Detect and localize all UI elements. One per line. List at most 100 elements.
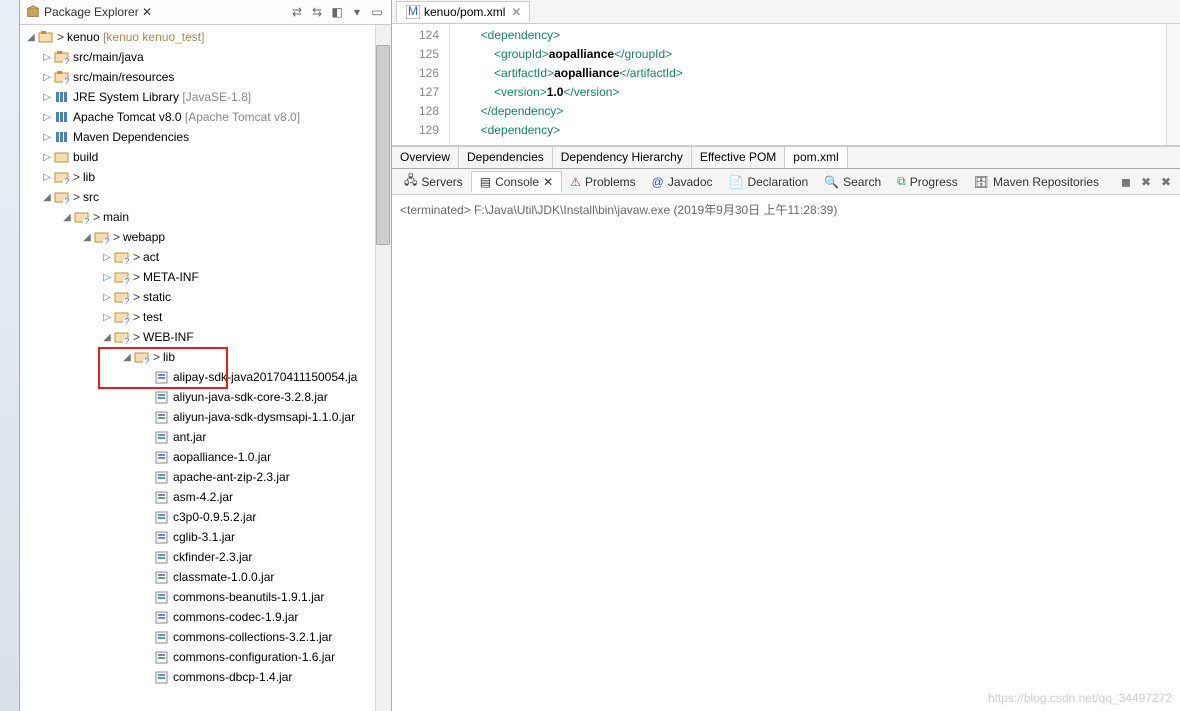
remove-icon[interactable]: ✖ (1138, 174, 1154, 190)
jar-icon (154, 390, 170, 404)
watermark: https://blog.csdn.net/qq_34497272 (988, 691, 1172, 705)
jar-item[interactable]: cglib-3.1.jar (20, 527, 391, 547)
tree-item[interactable]: ▷JRE System Library [JavaSE-1.8] (20, 87, 391, 107)
jar-label: aopalliance-1.0.jar (173, 450, 271, 464)
jar-item[interactable]: commons-collections-3.2.1.jar (20, 627, 391, 647)
scrollbar[interactable] (375, 25, 391, 711)
tab-maven-repos[interactable]: 🗄Maven Repositories (966, 172, 1107, 192)
editor-tab-label: kenuo/pom.xml (424, 5, 505, 19)
jar-label: commons-codec-1.9.jar (173, 610, 298, 624)
jar-item[interactable]: classmate-1.0.0.jar (20, 567, 391, 587)
pom-tab-hierarchy[interactable]: Dependency Hierarchy (553, 147, 692, 168)
tree-item[interactable]: ▷>act (20, 247, 391, 267)
scrollbar-thumb[interactable] (376, 45, 390, 245)
console-toolbar: ◼ ✖ ✖ (1118, 174, 1180, 190)
tree-project[interactable]: ◢ > kenuo [kenuo kenuo_test] (20, 27, 391, 47)
pom-tab-overview[interactable]: Overview (392, 147, 459, 168)
jar-label: commons-collections-3.2.1.jar (173, 630, 332, 644)
jar-item[interactable]: alipay-sdk-java20170411150054.ja (20, 367, 391, 387)
tree-item[interactable]: ◢>webapp (20, 227, 391, 247)
jar-item[interactable]: asm-4.2.jar (20, 487, 391, 507)
editor-tabs: M kenuo/pom.xml ✕ (392, 0, 1180, 24)
javadoc-icon: @ (652, 175, 664, 189)
tab-progress[interactable]: ⧉Progress (889, 171, 966, 192)
tree-item[interactable]: ▷>static (20, 287, 391, 307)
tree-item[interactable]: ◢>main (20, 207, 391, 227)
jar-label: cglib-3.1.jar (173, 530, 235, 544)
jar-label: commons-beanutils-1.9.1.jar (173, 590, 324, 604)
terminate-icon[interactable]: ◼ (1118, 174, 1134, 190)
jar-item[interactable]: aopalliance-1.0.jar (20, 447, 391, 467)
tab-javadoc[interactable]: @Javadoc (644, 172, 721, 192)
tree-item[interactable]: ▷Maven Dependencies (20, 127, 391, 147)
jar-label: classmate-1.0.0.jar (173, 570, 274, 584)
folder-icon (134, 350, 150, 364)
console-output[interactable]: <terminated> F:\Java\Util\JDK\Install\bi… (392, 195, 1180, 711)
tree-item[interactable]: ▷>META-INF (20, 267, 391, 287)
tree-item[interactable]: ▷src/main/resources (20, 67, 391, 87)
jar-item[interactable]: apache-ant-zip-2.3.jar (20, 467, 391, 487)
jar-icon (154, 590, 170, 604)
tab-console[interactable]: ▤Console ✕ (471, 171, 562, 193)
jar-icon (154, 670, 170, 684)
overview-ruler[interactable] (1166, 24, 1180, 145)
jar-icon (154, 370, 170, 384)
package-explorer-pane: Package Explorer ✕ ⇄ ⇆ ◧ ▾ ▭ ◢ > kenuo [… (20, 0, 392, 711)
jar-item[interactable]: ckfinder-2.3.jar (20, 547, 391, 567)
tree-item-lib[interactable]: ◢>lib (20, 347, 391, 367)
folder-icon (114, 250, 130, 264)
folder-icon (54, 190, 70, 204)
jar-icon (154, 530, 170, 544)
jar-item[interactable]: aliyun-java-sdk-core-3.2.8.jar (20, 387, 391, 407)
jar-label: alipay-sdk-java20170411150054.ja (173, 370, 357, 384)
folder-icon (94, 230, 110, 244)
tab-search[interactable]: 🔍Search (816, 172, 889, 192)
jar-item[interactable]: commons-dbcp-1.4.jar (20, 667, 391, 687)
remove-all-icon[interactable]: ✖ (1158, 174, 1174, 190)
editor-pane: M kenuo/pom.xml ✕ 124125126 127128129 <d… (392, 0, 1180, 711)
activity-bar[interactable] (0, 0, 20, 711)
jar-item[interactable]: ant.jar (20, 427, 391, 447)
pom-tab-deps[interactable]: Dependencies (459, 147, 553, 168)
pom-tab-xml[interactable]: pom.xml (785, 147, 847, 168)
folder-icon (114, 310, 130, 324)
library-icon (54, 90, 70, 104)
jar-label: ckfinder-2.3.jar (173, 550, 252, 564)
collapse-icon[interactable]: ⇄ (289, 4, 305, 20)
code-content[interactable]: <dependency> <groupId>aopalliance</group… (450, 24, 1166, 145)
editor-tab[interactable]: M kenuo/pom.xml ✕ (396, 1, 530, 22)
jar-item[interactable]: aliyun-java-sdk-dysmsapi-1.1.0.jar (20, 407, 391, 427)
menu-icon[interactable]: ▾ (349, 4, 365, 20)
tab-problems[interactable]: ⚠Problems (562, 172, 643, 192)
tab-declaration[interactable]: 📄Declaration (721, 172, 817, 192)
jar-item[interactable]: c3p0-0.9.5.2.jar (20, 507, 391, 527)
search-icon: 🔍 (824, 175, 839, 189)
pom-tab-effective[interactable]: Effective POM (692, 147, 785, 168)
jar-icon (154, 470, 170, 484)
jar-icon (154, 650, 170, 664)
jar-item[interactable]: commons-beanutils-1.9.1.jar (20, 587, 391, 607)
tree-item[interactable]: ▷build (20, 147, 391, 167)
expand-icon[interactable]: ◢ (24, 32, 38, 43)
jar-item[interactable]: commons-codec-1.9.jar (20, 607, 391, 627)
folder-icon (54, 150, 70, 164)
tab-servers[interactable]: 🖧Servers (396, 168, 471, 195)
minimize-icon[interactable]: ▭ (369, 4, 385, 20)
focus-icon[interactable]: ◧ (329, 4, 345, 20)
jar-item[interactable]: commons-configuration-1.6.jar (20, 647, 391, 667)
tree-item[interactable]: ▷>lib (20, 167, 391, 187)
link-icon[interactable]: ⇆ (309, 4, 325, 20)
jar-icon (154, 450, 170, 464)
folder-icon (114, 270, 130, 284)
jar-icon (154, 610, 170, 624)
bottom-pane: 🖧Servers ▤Console ✕ ⚠Problems @Javadoc 📄… (392, 168, 1180, 711)
close-icon[interactable]: ✕ (511, 5, 521, 19)
tree-item[interactable]: ◢>src (20, 187, 391, 207)
tree-item[interactable]: ▷Apache Tomcat v8.0 [Apache Tomcat v8.0] (20, 107, 391, 127)
tree-item[interactable]: ▷>test (20, 307, 391, 327)
pom-editor-tabs: Overview Dependencies Dependency Hierarc… (392, 146, 1180, 168)
code-editor[interactable]: 124125126 127128129 <dependency> <groupI… (392, 24, 1180, 146)
project-tree[interactable]: ◢ > kenuo [kenuo kenuo_test] ▷src/main/j… (20, 25, 391, 711)
tree-item[interactable]: ▷src/main/java (20, 47, 391, 67)
tree-item-webinf[interactable]: ◢>WEB-INF (20, 327, 391, 347)
